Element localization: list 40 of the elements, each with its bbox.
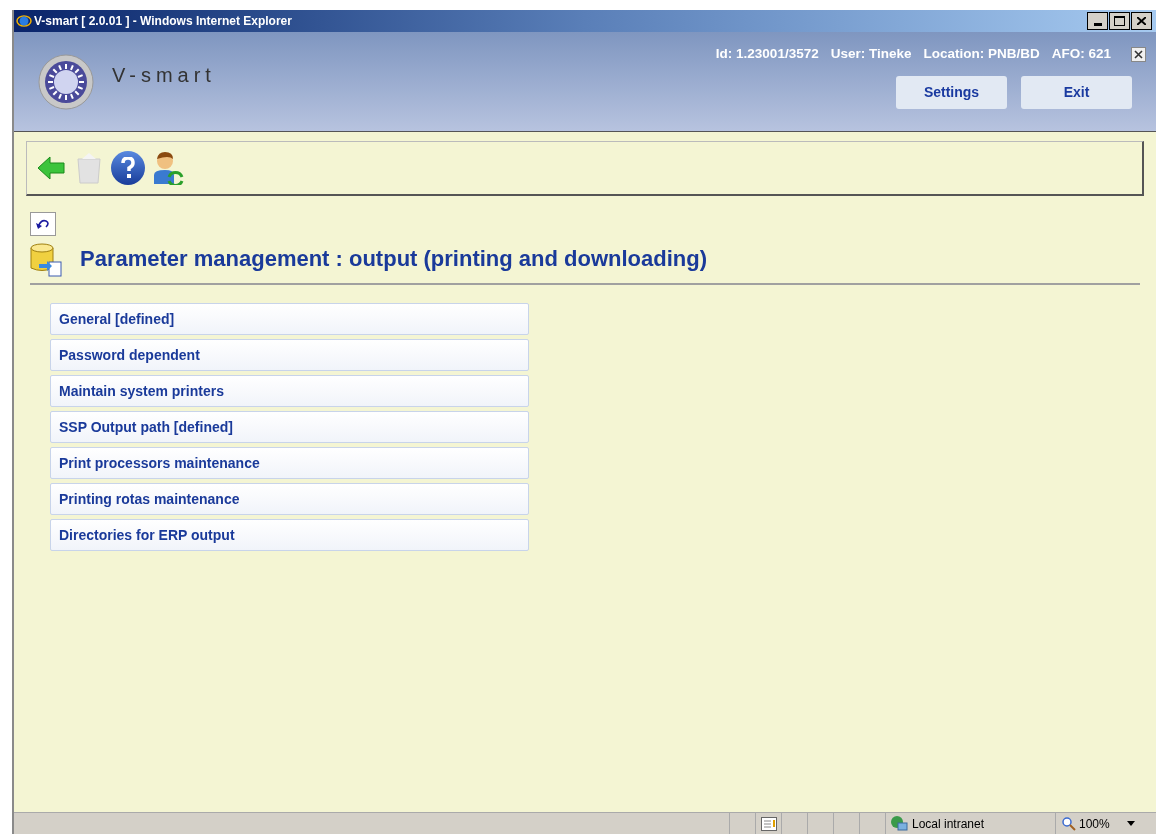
dropdown-caret-icon[interactable] xyxy=(1126,821,1135,826)
undo-arrow-icon xyxy=(35,218,51,230)
trash-bin-icon xyxy=(76,152,102,184)
zoom-icon xyxy=(1062,816,1076,831)
menu-item[interactable]: Maintain system printers xyxy=(50,375,529,407)
help-icon xyxy=(120,157,136,179)
menu-item[interactable]: Password dependent xyxy=(50,339,529,371)
logo-icon xyxy=(38,53,94,110)
logo-text: V-smart xyxy=(112,62,216,88)
close-button[interactable] xyxy=(1131,46,1146,62)
header-button[interactable]: Settings xyxy=(896,76,1007,110)
left-arrow-icon xyxy=(37,156,65,180)
session-info: AFO: 621 xyxy=(1051,45,1111,63)
menu-item[interactable]: Print processors maintenance xyxy=(50,447,529,479)
minimize-icon xyxy=(1093,23,1102,26)
minimize-button[interactable] xyxy=(1087,12,1108,30)
close-icon xyxy=(1137,17,1146,25)
session-info: Location: PNB/BD xyxy=(923,45,1040,63)
globe-computer-icon xyxy=(890,814,908,833)
security-zone: Local intranet xyxy=(912,815,985,833)
header-button[interactable]: Exit xyxy=(1021,76,1132,110)
database-export-icon xyxy=(30,243,62,277)
page-icon xyxy=(760,816,777,831)
zoom-level: 100% xyxy=(1079,815,1110,833)
close-icon xyxy=(1134,49,1143,59)
menu-item[interactable]: General [defined] xyxy=(50,303,529,335)
help-button[interactable] xyxy=(111,151,145,185)
session-info: User: Tineke xyxy=(830,45,912,63)
undo-button[interactable] xyxy=(30,212,56,236)
maximize-button[interactable] xyxy=(1109,12,1130,30)
page-title: Parameter management : output (printing and downloading) xyxy=(80,245,707,273)
user-switch-button[interactable] xyxy=(151,150,185,186)
user-refresh-icon xyxy=(152,151,184,185)
window-title: V-smart [ 2.0.01 ] - Windows Internet Explorer xyxy=(34,13,293,30)
session-info: Id: 1.23001/3572 xyxy=(715,45,819,63)
close-button[interactable] xyxy=(1131,12,1152,30)
menu-item[interactable]: Printing rotas maintenance xyxy=(50,483,529,515)
maximize-icon xyxy=(1114,16,1125,26)
menu-item[interactable]: Directories for ERP output xyxy=(50,519,529,551)
menu-item[interactable]: SSP Output path [defined] xyxy=(50,411,529,443)
